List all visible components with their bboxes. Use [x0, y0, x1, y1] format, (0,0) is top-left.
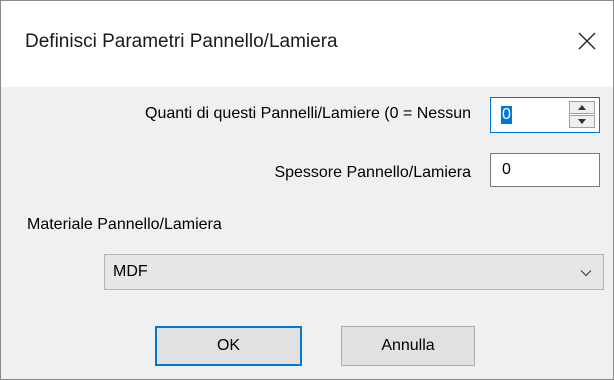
spin-buttons — [569, 101, 595, 129]
thickness-label: Spessore Pannello/Lamiera — [274, 164, 471, 181]
thickness-value: 0 — [502, 161, 511, 178]
close-icon — [578, 32, 596, 50]
dialog-window: Definisci Parametri Pannello/Lamiera Qua… — [0, 0, 614, 380]
quantity-label: Quanti di questi Pannelli/Lamiere (0 = N… — [145, 105, 471, 122]
chevron-down-icon — [579, 266, 593, 280]
cancel-button[interactable]: Annulla — [341, 326, 475, 366]
quantity-spinbox[interactable]: 0 — [490, 97, 600, 133]
thickness-input[interactable]: 0 — [490, 153, 600, 187]
close-button[interactable] — [567, 21, 607, 61]
triangle-down-icon — [578, 119, 586, 124]
material-dropdown[interactable]: MDF — [104, 254, 604, 290]
spin-up-button[interactable] — [569, 101, 595, 114]
material-selected: MDF — [113, 263, 148, 280]
ok-button[interactable]: OK — [155, 326, 302, 366]
dialog-title: Definisci Parametri Pannello/Lamiera — [25, 31, 338, 52]
spin-down-button[interactable] — [569, 115, 595, 128]
title-bar: Definisci Parametri Pannello/Lamiera — [1, 1, 613, 87]
triangle-up-icon — [578, 105, 586, 110]
quantity-value[interactable]: 0 — [501, 106, 512, 124]
material-label: Materiale Pannello/Lamiera — [27, 216, 222, 233]
